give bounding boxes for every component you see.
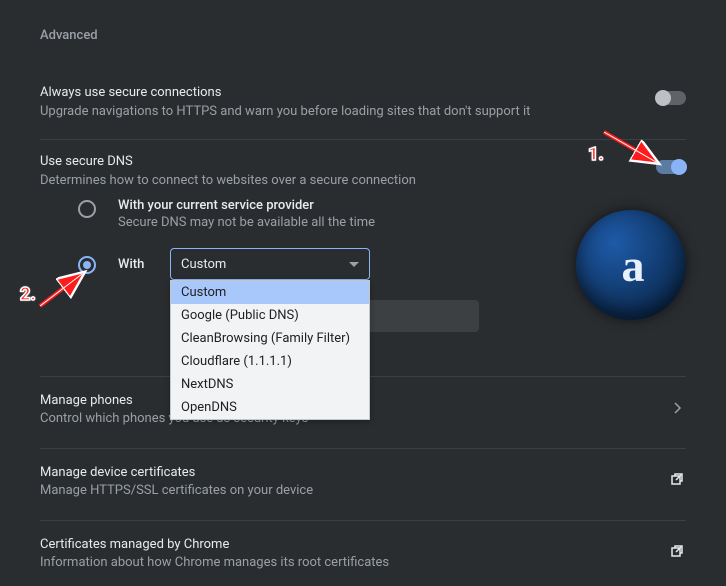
secure-dns-desc: Determines how to connect to websites ov…: [40, 173, 656, 188]
manage-certs-text: Manage device certificates Manage HTTPS/…: [40, 465, 666, 498]
open-external-icon: [666, 544, 686, 564]
radio-current-title: With your current service provider: [118, 198, 686, 213]
advanced-heading: Advanced: [40, 28, 686, 43]
chrome-certs-row[interactable]: Certificates managed by Chrome Informati…: [40, 521, 686, 586]
secure-dns-text: Use secure DNS Determines how to connect…: [40, 154, 656, 188]
dns-select-value: Custom: [181, 257, 226, 272]
toggle-knob: [671, 159, 687, 175]
always-secure-text: Always use secure connections Upgrade na…: [40, 85, 656, 119]
with-label: With: [118, 257, 148, 272]
secure-dns-title: Use secure DNS: [40, 154, 656, 169]
watermark-logo: a: [576, 210, 686, 320]
chevron-right-icon: [670, 402, 686, 418]
always-secure-title: Always use secure connections: [40, 85, 656, 100]
watermark-text: a: [622, 239, 641, 292]
radio-current[interactable]: [78, 200, 96, 218]
manage-certs-desc: Manage HTTPS/SSL certificates on your de…: [40, 483, 666, 498]
always-secure-row: Always use secure connections Upgrade na…: [40, 71, 686, 133]
dns-option[interactable]: Cloudflare (1.1.1.1): [171, 350, 369, 373]
always-secure-desc: Upgrade navigations to HTTPS and warn yo…: [40, 104, 656, 119]
chrome-certs-desc: Information about how Chrome manages its…: [40, 555, 666, 570]
annotation-label-1: 1.: [588, 144, 604, 165]
dns-option[interactable]: OpenDNS: [171, 396, 369, 419]
dns-option[interactable]: Custom: [171, 281, 369, 304]
dns-select-wrap: Custom Custom Google (Public DNS) CleanB…: [170, 248, 370, 280]
manage-certs-row[interactable]: Manage device certificates Manage HTTPS/…: [40, 449, 686, 514]
always-secure-toggle[interactable]: [656, 91, 686, 105]
toggle-knob: [655, 90, 671, 106]
open-external-icon: [666, 472, 686, 492]
dns-dropdown: Custom Google (Public DNS) CleanBrowsing…: [170, 280, 370, 420]
dns-option[interactable]: NextDNS: [171, 373, 369, 396]
dns-option[interactable]: Google (Public DNS): [171, 304, 369, 327]
chrome-certs-text: Certificates managed by Chrome Informati…: [40, 537, 666, 570]
annotation-label-2: 2.: [20, 284, 36, 305]
annotation-arrow-1: [598, 124, 668, 174]
chrome-certs-title: Certificates managed by Chrome: [40, 537, 666, 552]
dns-select[interactable]: Custom: [170, 248, 370, 280]
chevron-down-icon: [349, 262, 359, 267]
manage-certs-title: Manage device certificates: [40, 465, 666, 480]
annotation-arrow-2: [34, 264, 94, 312]
dns-option[interactable]: CleanBrowsing (Family Filter): [171, 327, 369, 350]
